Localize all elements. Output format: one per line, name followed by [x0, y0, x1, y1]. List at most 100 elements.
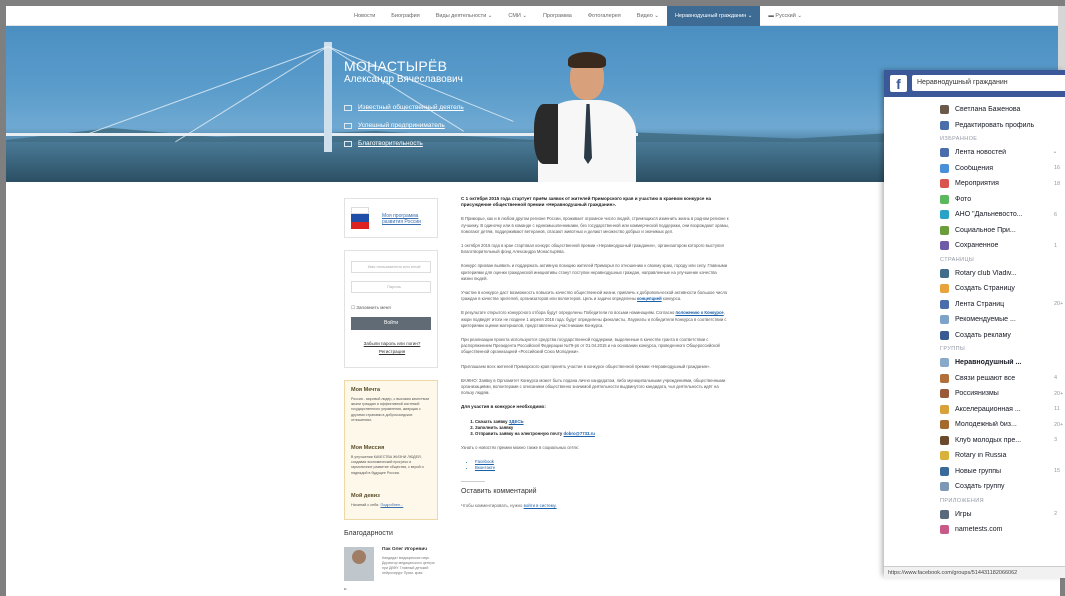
nav-item[interactable]: Новости: [346, 6, 383, 26]
article-paragraph: В Приморье, как и в любом другом регионе…: [461, 216, 729, 234]
menu-item-label: Мероприятия: [955, 180, 999, 188]
username-input[interactable]: Имя пользователя или email: [351, 261, 431, 273]
email-link[interactable]: dobro@7733.ru: [564, 431, 595, 436]
register-link[interactable]: Регистрация: [345, 349, 439, 354]
menu-item-label: Клуб молодых пре...: [955, 436, 1022, 444]
menu-item-icon: [940, 299, 949, 309]
hero-link-label: Успешный предприниматель: [358, 122, 445, 129]
portrait-photo: [532, 46, 642, 182]
menu-item-icon: [940, 148, 949, 157]
login-button[interactable]: Войти: [351, 317, 431, 330]
facebook-menu-item[interactable]: Создать рекламу: [884, 328, 1065, 344]
facebook-menu-item[interactable]: Создать группу: [884, 479, 1065, 495]
facebook-menu-item[interactable]: Фото: [884, 192, 1065, 208]
mission-text: В улучшении КАЧЕСТВА ЖИЗНИ ЛЮДЕЙ, создав…: [351, 455, 424, 475]
menu-item-label: Неравнодушный ...: [955, 359, 1022, 367]
menu-item-icon: [940, 268, 949, 278]
nav-item[interactable]: Неравнодушный гражданин ⌄: [667, 6, 761, 26]
hero-link-public[interactable]: Известный общественный деятель: [344, 104, 464, 111]
menu-item-label: Лента Страниц: [955, 300, 1005, 308]
article-paragraph: При реализации проекта используются сред…: [461, 337, 720, 355]
menu-item-icon: [940, 373, 949, 383]
facebook-menu-item[interactable]: Неравнодушный ...: [884, 355, 1065, 371]
facebook-menu-item[interactable]: Игры 2: [884, 507, 1065, 523]
nav-item[interactable]: Видео ⌄: [629, 6, 667, 26]
facebook-menu-item[interactable]: АНО "Дальневосто... 6: [884, 207, 1065, 223]
hero-link-charity[interactable]: Благотворительность: [344, 140, 464, 147]
facebook-logo-icon[interactable]: f: [890, 75, 907, 92]
social-links: Facebook Вконтакте: [461, 459, 729, 471]
facebook-section-header: СТРАНИЦЫ: [884, 254, 1065, 266]
menu-item-icon: [940, 194, 949, 204]
thanks-photo: [344, 547, 374, 581]
facebook-section-header: ИЗБРАННОЕ: [884, 133, 1065, 145]
nav-item[interactable]: СМИ ⌄: [500, 6, 535, 26]
menu-item-count: 18: [1054, 180, 1061, 187]
facebook-search-input[interactable]: Неравнодушный гражданин: [912, 75, 1065, 91]
hero-link-label: Известный общественный деятель: [358, 104, 464, 111]
nav-item[interactable]: Фотогалерея: [580, 6, 629, 26]
motto-more-link[interactable]: Подробнее...: [380, 503, 403, 507]
facebook-menu-item[interactable]: Сохраненное 1: [884, 238, 1065, 254]
facebook-menu-item[interactable]: Связи решают все 4: [884, 371, 1065, 387]
login-widget: Имя пользователя или email Пароль ☐ Запо…: [344, 250, 438, 368]
menu-item-icon: [940, 225, 949, 235]
login-link[interactable]: войти в систему.: [524, 503, 557, 508]
article-paragraph: Приглашаем всех жителей Приморского края…: [461, 363, 711, 369]
facebook-menu-item[interactable]: Россиянизмы 20+: [884, 386, 1065, 402]
nav-item[interactable]: Биография: [383, 6, 427, 26]
text-run: В результате открытого конкурсного отбор…: [461, 310, 676, 316]
facebook-menu-item[interactable]: Rotary in Russia: [884, 448, 1065, 464]
menu-item-label: Создать Страницу: [955, 285, 1015, 293]
concept-link[interactable]: концепцией: [637, 296, 662, 301]
article-content: С 1 октября 2015 года стартует приём зая…: [461, 196, 729, 508]
facebook-user-label: Светлана Баженова: [955, 106, 1021, 114]
regulation-link[interactable]: положению о Конкурсе: [676, 310, 724, 315]
facebook-menu-item[interactable]: nametests.com: [884, 522, 1065, 538]
program-link[interactable]: Моя программа развития России: [382, 213, 437, 225]
menu-item-count: 20+: [1054, 390, 1064, 397]
facebook-menu-item[interactable]: Сообщения 16: [884, 161, 1065, 177]
remember-me-checkbox[interactable]: ☐ Запомнить меня: [351, 305, 391, 311]
download-link[interactable]: ЗДЕСЬ: [509, 419, 524, 424]
top-navigation: Новости Биография Виды деятельности ⌄ СМИ ⌄…: [6, 6, 1060, 26]
step-text: Отправить заявку на электронную почту: [475, 430, 564, 436]
facebook-menu-item[interactable]: Молодежный биз... 20+: [884, 417, 1065, 433]
article-paragraph: Конкурс призван выявить и поддержать акт…: [461, 263, 728, 281]
hero-link-label: Благотворительность: [358, 140, 423, 147]
menu-item-count: 4: [1054, 375, 1058, 382]
facebook-menu-item[interactable]: Мероприятия 18: [884, 176, 1065, 192]
bridge-pylon: [324, 42, 332, 152]
facebook-menu-item[interactable]: Создать Страницу: [884, 281, 1065, 297]
step-text: Скачать заявку: [475, 418, 509, 424]
password-input[interactable]: Пароль: [351, 281, 431, 293]
facebook-menu-item[interactable]: Лента Страниц 20+: [884, 297, 1065, 313]
facebook-user[interactable]: Светлана Баженова: [884, 102, 1065, 118]
hero-link-business[interactable]: Успешный предприниматель: [344, 122, 464, 129]
facebook-menu-item[interactable]: Клуб молодых пре... 3: [884, 433, 1065, 449]
facebook-menu-item[interactable]: Социальное При...: [884, 223, 1065, 239]
facebook-menu-item[interactable]: Акселерационная ... 11: [884, 402, 1065, 418]
nav-item[interactable]: Программа: [535, 6, 580, 26]
menu-item-icon: [940, 482, 949, 491]
facebook-menu-item[interactable]: Новые группы 15: [884, 464, 1065, 480]
forgot-password-link[interactable]: Забыли пароль или логин?: [345, 341, 439, 346]
facebook-menu-item[interactable]: Rotary club Vladiv...: [884, 266, 1065, 282]
menu-item-label: nametests.com: [955, 526, 1003, 534]
menu-item-count: 6: [1054, 211, 1058, 218]
facebook-menu-item[interactable]: Лента новостей •: [884, 145, 1065, 161]
portrait-hair: [568, 52, 606, 68]
russia-flag-icon: [351, 207, 369, 229]
menu-item-label: Игры: [955, 510, 972, 518]
nav-item[interactable]: ▬ Русский ⌄: [760, 6, 810, 26]
motto-title: Мой девиз: [351, 493, 380, 499]
facebook-menu-item[interactable]: Рекомендуемые ...: [884, 312, 1065, 328]
menu-item-icon: [940, 509, 949, 519]
facebook-sidebar-menu: Светлана Баженова Редактировать профиль ИЗ…: [884, 97, 1065, 538]
menu-item-label: Создать группу: [955, 483, 1005, 491]
edit-profile[interactable]: Редактировать профиль: [884, 118, 1065, 134]
nav-item[interactable]: Виды деятельности ⌄: [428, 6, 501, 26]
article-paragraph: Участие в конкурсе даст возможность повы…: [461, 290, 729, 302]
scrollbar[interactable]: [1058, 6, 1065, 70]
vkontakte-link[interactable]: Вконтакте: [475, 465, 729, 471]
